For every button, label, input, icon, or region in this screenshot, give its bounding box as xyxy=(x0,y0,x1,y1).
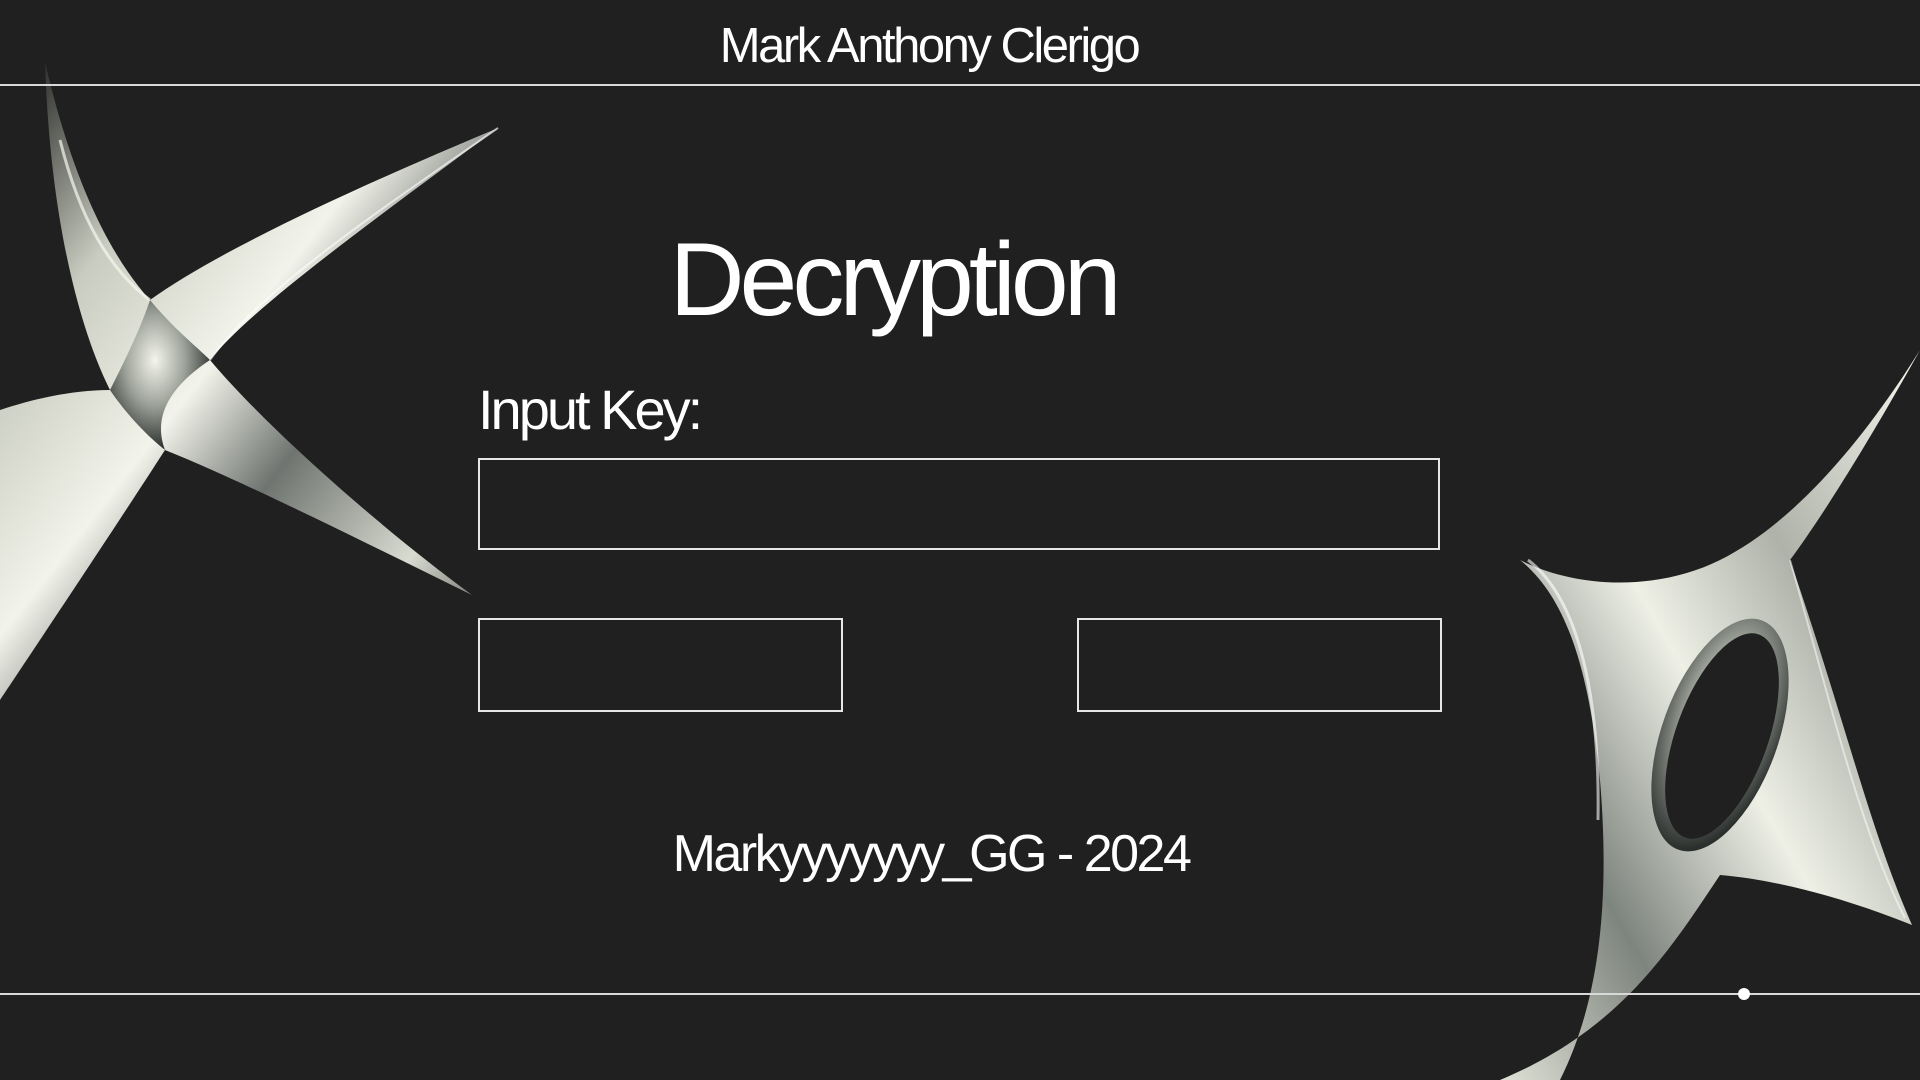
footer-credit: Markyyyyyyy_GG - 2024 xyxy=(672,825,1192,883)
key-input[interactable] xyxy=(478,458,1440,550)
chrome-star-icon xyxy=(0,62,499,700)
decryption-screen: Mark Anthony Clerigo Decryption Input Ke… xyxy=(0,0,1920,1080)
bottom-divider xyxy=(0,993,1920,995)
right-action-button[interactable] xyxy=(1077,618,1442,712)
page-title: Decryption xyxy=(669,222,1121,338)
author-name-title: Mark Anthony Clerigo xyxy=(719,19,1141,73)
left-action-button[interactable] xyxy=(478,618,843,712)
indicator-dot xyxy=(1738,988,1750,1000)
top-divider xyxy=(0,84,1920,86)
chrome-sparkle-ring-icon xyxy=(1500,350,1920,1080)
key-label: Input Key: xyxy=(478,378,703,441)
